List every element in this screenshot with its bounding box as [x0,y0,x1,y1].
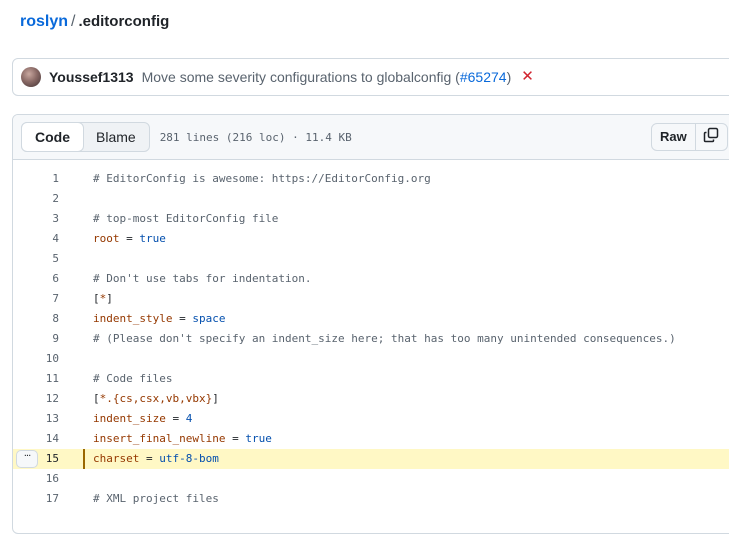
code-token: # (Please don't specify an indent_size h… [93,332,676,345]
code-token: space [192,312,226,325]
line-number[interactable]: 15 [13,449,59,469]
code-view: 1 # EditorConfig is awesome: https://Edit… [13,160,729,509]
line-content: # Code files [93,369,172,389]
line-content: # top-most EditorConfig file [93,209,278,229]
line-number[interactable]: 17 [13,489,59,509]
tab-blame[interactable]: Blame [83,123,149,151]
line-number[interactable]: 3 [13,209,59,229]
line-content: # EditorConfig is awesome: https://Edito… [93,169,431,189]
code-line: 12 [*.{cs,csx,vb,vbx}] [13,389,729,409]
code-line: 8 indent_style = space [13,309,729,329]
line-content: [*] [93,289,113,309]
code-token: utf-8-bom [159,452,219,465]
code-line: 3 # top-most EditorConfig file [13,209,729,229]
line-number[interactable]: 9 [13,329,59,349]
line-content: indent_style = space [93,309,225,329]
code-token: [ [93,292,100,305]
code-token: = [172,312,193,325]
code-token: = [139,452,160,465]
breadcrumb-file-name: .editorconfig [78,13,170,30]
code-token: # XML project files [93,492,219,505]
line-number[interactable]: 2 [13,189,59,209]
line-content: charset = utf-8-bom [93,449,219,469]
code-line: 7 [*] [13,289,729,309]
code-token: # Don't use tabs for indentation. [93,272,312,285]
line-number[interactable]: 1 [13,169,59,189]
code-token: root [93,232,120,245]
line-number[interactable]: 10 [13,349,59,369]
code-line: 2 [13,189,729,209]
code-token: insert_final_newline [93,432,226,445]
file-actions: Raw [651,123,728,151]
code-token: *.{cs,csx,vb,vbx} [99,392,213,405]
code-line: 5 [13,249,729,269]
raw-button[interactable]: Raw [651,123,696,151]
code-line-highlighted: ··· 15 charset = utf-8-bom [13,449,729,469]
line-number[interactable]: 11 [13,369,59,389]
code-line: 9 # (Please don't specify an indent_size … [13,329,729,349]
commit-pr-link[interactable]: #65274 [460,69,507,85]
code-token: = [165,412,186,425]
line-content: indent_size = 4 [93,409,192,429]
code-line: 11 # Code files [13,369,729,389]
copy-icon [703,127,719,148]
code-token: true [139,232,166,245]
line-content: root = true [93,229,166,249]
code-token: = [119,232,140,245]
code-line: 16 [13,469,729,489]
code-token: [ [93,392,100,405]
line-content: # Don't use tabs for indentation. [93,269,312,289]
code-token: # EditorConfig is awesome: https://Edito… [93,172,431,185]
failed-check-icon[interactable]: ✕ [521,69,534,84]
code-line: 17 # XML project files [13,489,729,509]
code-line: 6 # Don't use tabs for indentation. [13,269,729,289]
breadcrumb: roslyn / .editorconfig [20,10,169,34]
line-number[interactable]: 8 [13,309,59,329]
line-number[interactable]: 4 [13,229,59,249]
tab-code[interactable]: Code [21,122,84,152]
code-token: # top-most EditorConfig file [93,212,279,225]
breadcrumb-separator: / [71,13,76,30]
line-number[interactable]: 16 [13,469,59,489]
code-token: ] [106,292,113,305]
code-line: 1 # EditorConfig is awesome: https://Edit… [13,169,729,189]
code-line: 4 root = true [13,229,729,249]
code-token: = [225,432,246,445]
code-token: # Code files [93,372,173,385]
code-line: 10 [13,349,729,369]
file-header: Code Blame 281 lines (216 loc) · 11.4 KB… [13,115,729,160]
code-line: 14 insert_final_newline = true [13,429,729,449]
breadcrumb-repo-link[interactable]: roslyn [20,13,68,30]
file-view: Code Blame 281 lines (216 loc) · 11.4 KB… [12,114,729,534]
view-toggle: Code Blame [21,122,150,152]
commit-message-text[interactable]: Move some severity configurations to glo… [142,69,460,85]
file-stats: 281 lines (216 loc) · 11.4 KB [159,130,352,144]
code-token: true [245,432,272,445]
line-number[interactable]: 12 [13,389,59,409]
code-token: charset [93,452,140,465]
commit-message[interactable]: Move some severity configurations to glo… [142,69,512,85]
commit-author-link[interactable]: Youssef1313 [49,69,134,85]
code-token: indent_size [93,412,166,425]
copy-raw-button[interactable] [695,123,728,151]
line-number[interactable]: 6 [13,269,59,289]
line-content: # XML project files [93,489,219,509]
code-token: ] [212,392,219,405]
code-token: indent_style [93,312,173,325]
commit-message-end: ) [506,69,512,85]
line-number[interactable]: 7 [13,289,59,309]
line-number[interactable]: 14 [13,429,59,449]
line-content: # (Please don't specify an indent_size h… [93,329,676,349]
line-number[interactable]: 13 [13,409,59,429]
line-number[interactable]: 5 [13,249,59,269]
avatar[interactable] [21,67,41,87]
line-content: insert_final_newline = true [93,429,272,449]
code-line: 13 indent_size = 4 [13,409,729,429]
line-content: [*.{cs,csx,vb,vbx}] [93,389,219,409]
code-token: 4 [185,412,193,425]
latest-commit-bar: Youssef1313 Move some severity configura… [12,58,729,96]
